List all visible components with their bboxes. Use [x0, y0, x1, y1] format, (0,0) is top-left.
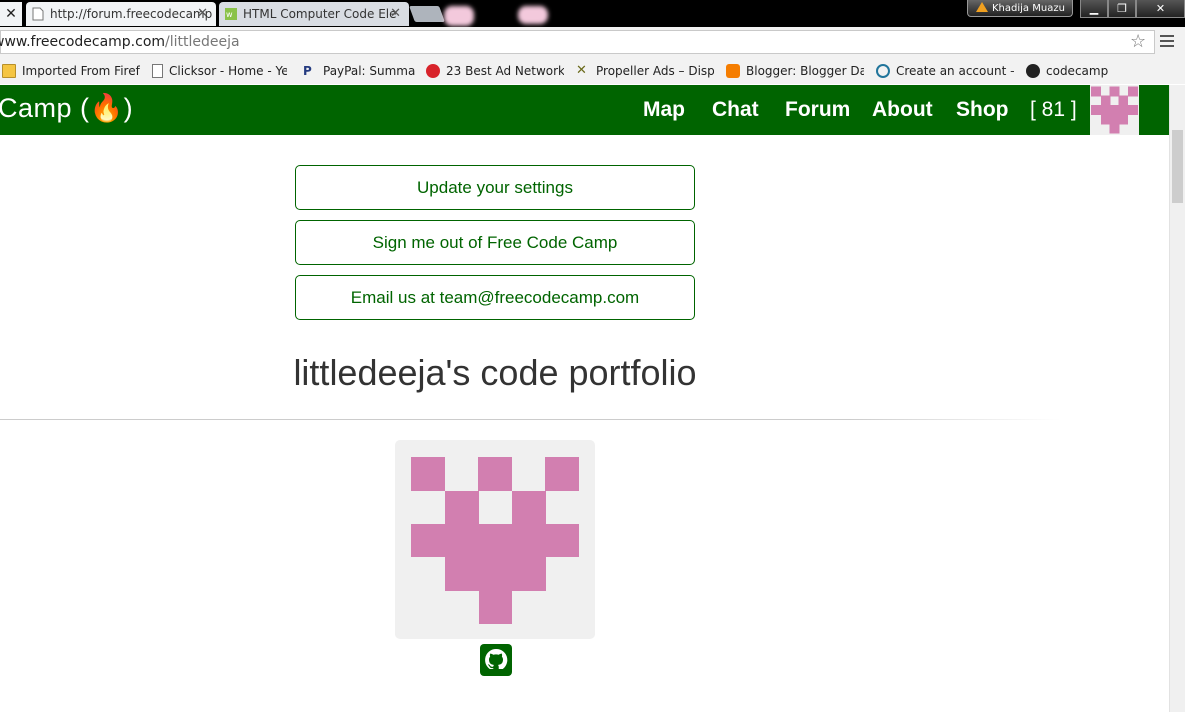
- bookmark-label: codecamp: [1046, 64, 1109, 78]
- warning-icon: [976, 2, 988, 12]
- bookmark-label: PayPal: Summary: [323, 64, 415, 78]
- propeller-icon: ✕: [576, 63, 587, 78]
- nav-link-shop[interactable]: Shop: [956, 98, 1009, 122]
- github-icon: [480, 644, 512, 676]
- brand-logo[interactable]: Camp (🔥): [0, 92, 133, 124]
- bookmark-item[interactable]: 23 Best Ad Networks: [426, 58, 564, 84]
- blurred-region: [518, 6, 548, 24]
- github-icon: [1026, 64, 1040, 78]
- tab-html-code[interactable]: w HTML Computer Code Ele ✕: [219, 2, 409, 26]
- folder-icon: [2, 64, 16, 78]
- close-window-button[interactable]: ✕: [1136, 0, 1185, 18]
- identicon-icon: [411, 457, 579, 624]
- bookmark-item[interactable]: ✕ Propeller Ads – Displa: [576, 58, 714, 84]
- bookmark-label: Propeller Ads – Displa: [596, 64, 714, 78]
- wordpress-icon: [876, 64, 890, 78]
- new-tab-button[interactable]: [409, 6, 445, 22]
- browser-titlebar: ✕ http://forum.freecodecamp ✕ w HTML Com…: [0, 0, 1185, 27]
- identicon-icon: [1090, 86, 1139, 134]
- tab-label: HTML Computer Code Ele: [243, 7, 397, 21]
- tab-forum[interactable]: http://forum.freecodecamp ✕: [26, 2, 216, 26]
- restore-button[interactable]: ❐: [1108, 0, 1136, 18]
- bookmark-label: Imported From Firefox: [22, 64, 140, 78]
- svg-text:w: w: [226, 10, 233, 19]
- bookmark-item[interactable]: Clicksor - Home - Yes: [152, 58, 287, 84]
- page-title: littledeeja's code portfolio: [293, 352, 697, 393]
- nav-link-forum[interactable]: Forum: [785, 98, 850, 122]
- url-path: /littledeeja: [165, 34, 240, 50]
- url-host: www.freecodecamp.com: [0, 34, 166, 50]
- minimize-button[interactable]: ▁: [1080, 0, 1108, 18]
- bookmarks-bar: Imported From Firefox Clicksor - Home - …: [0, 58, 1185, 84]
- blogger-icon: [726, 64, 740, 78]
- profile-avatar: [395, 440, 595, 639]
- bookmark-label: Clicksor - Home - Yes: [169, 64, 287, 78]
- site-navbar: Camp (🔥) Map Chat Forum About Shop [ 81 …: [0, 85, 1170, 135]
- profile-name: Khadija Muazu: [992, 2, 1065, 14]
- bookmark-label: 23 Best Ad Networks: [446, 64, 564, 78]
- bookmark-item[interactable]: Create an account —: [876, 58, 1014, 84]
- bookmark-label: Blogger: Blogger Dash: [746, 64, 864, 78]
- nav-link-map[interactable]: Map: [643, 98, 685, 122]
- w3schools-icon: w: [225, 8, 237, 20]
- page-icon: [152, 64, 163, 78]
- sign-out-button[interactable]: Sign me out of Free Code Camp: [295, 220, 695, 265]
- page-icon: [32, 7, 44, 21]
- close-tab-icon[interactable]: ✕: [390, 6, 401, 21]
- close-tab-icon[interactable]: ✕: [197, 6, 208, 21]
- blurred-region: [444, 6, 474, 26]
- menu-icon[interactable]: [1160, 35, 1174, 50]
- page-scrollbar[interactable]: [1169, 85, 1185, 712]
- bookmark-item[interactable]: Blogger: Blogger Dash: [726, 58, 864, 84]
- bookmark-item[interactable]: codecamp: [1026, 58, 1126, 84]
- profile-chip[interactable]: Khadija Muazu: [967, 0, 1073, 17]
- bookmark-item[interactable]: P PayPal: Summary: [303, 58, 415, 84]
- paypal-icon: P: [303, 64, 312, 78]
- bookmark-label: Create an account —: [896, 64, 1014, 78]
- email-us-button[interactable]: Email us at team@freecodecamp.com: [295, 275, 695, 320]
- points-badge[interactable]: [ 81 ]: [1030, 98, 1077, 122]
- user-avatar[interactable]: [1090, 85, 1139, 135]
- tab-label: http://forum.freecodecamp: [50, 7, 213, 21]
- nav-link-chat[interactable]: Chat: [712, 98, 759, 122]
- bookmark-star-icon[interactable]: ☆: [1130, 31, 1146, 52]
- address-bar[interactable]: www.freecodecamp.com/littledeeja: [0, 30, 1155, 54]
- nav-link-about[interactable]: About: [872, 98, 933, 122]
- update-settings-button[interactable]: Update your settings: [295, 165, 695, 210]
- bookmark-item[interactable]: Imported From Firefox: [2, 58, 140, 84]
- ad-icon: [426, 64, 440, 78]
- divider: [0, 419, 1060, 420]
- github-link[interactable]: [480, 644, 512, 676]
- address-bar-row: www.freecodecamp.com/littledeeja ☆: [0, 27, 1185, 59]
- scrollbar-thumb[interactable]: [1172, 130, 1183, 203]
- close-tab-icon[interactable]: ✕: [0, 2, 22, 26]
